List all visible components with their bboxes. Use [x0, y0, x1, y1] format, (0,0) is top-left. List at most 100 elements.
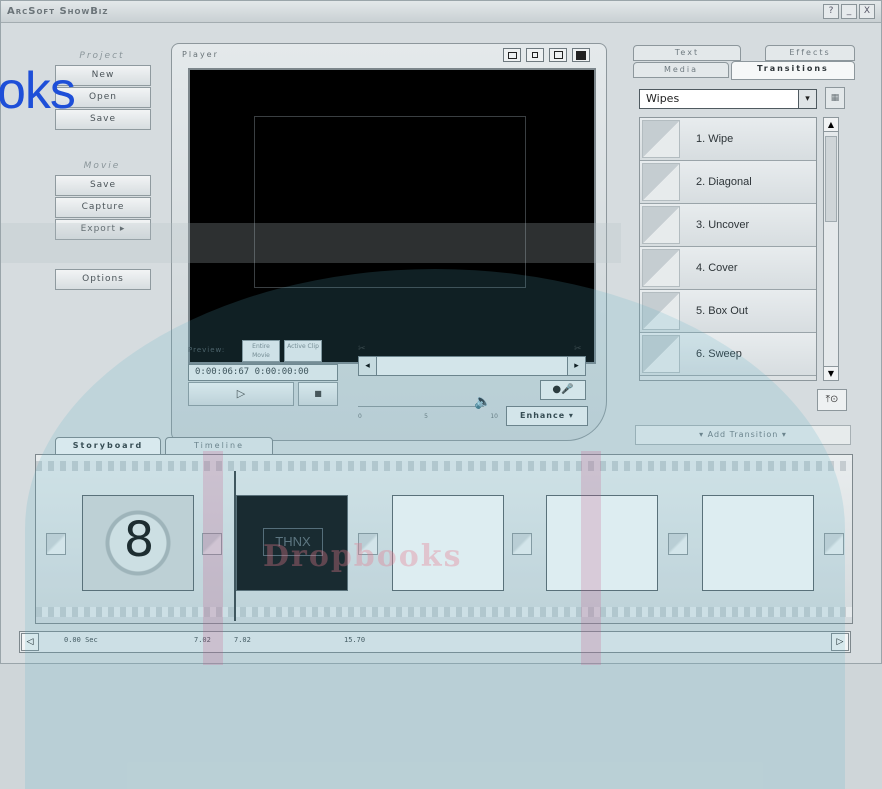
add-transition-button[interactable]: ▾ Add Transition ▾	[635, 425, 851, 445]
movie-group: Movie Save Capture Export ▸	[49, 157, 155, 241]
options-button[interactable]: Options	[55, 269, 151, 290]
ruler-mark: 0.00 Sec	[64, 636, 98, 644]
window-controls: ? _ X	[823, 4, 875, 19]
speaker-icon[interactable]: 🔈	[474, 394, 491, 410]
box-out-thumbnail-icon	[642, 292, 680, 330]
scroll-left-icon[interactable]: ◁	[21, 633, 39, 651]
trim-end-handle[interactable]: ▸	[567, 357, 585, 375]
volume-tick-5: 5	[424, 413, 428, 420]
transition-category-select[interactable]: Wipes ▾	[639, 89, 817, 109]
uncover-thumbnail-icon	[642, 206, 680, 244]
right-panel: Text Effects Media Transitions Wipes ▾ ▦…	[631, 43, 859, 445]
scroll-thumb[interactable]	[825, 136, 837, 222]
large-view-icon[interactable]	[572, 48, 590, 62]
trim-start-scissors-icon: ✂	[358, 344, 366, 354]
wipe-thumbnail-icon	[642, 120, 680, 158]
player-label: Player	[182, 50, 219, 59]
transition-label: 2. Diagonal	[696, 176, 752, 188]
trim-start-handle[interactable]: ◂	[359, 357, 377, 375]
tab-transitions[interactable]: Transitions	[731, 61, 855, 80]
small-view-icon[interactable]	[526, 48, 544, 62]
title-bar: ArcSoft ShowBiz ? _ X	[1, 1, 881, 23]
transition-slot[interactable]	[46, 533, 66, 555]
timeline-ruler[interactable]: ◁ 0.00 Sec 7.02 7.02 15.70 ▷	[19, 631, 851, 653]
clip-thumbnail[interactable]: 8	[82, 495, 194, 591]
watermark-text: Dropbooks	[263, 539, 463, 574]
diagonal-thumbnail-icon	[642, 163, 680, 201]
volume-slider[interactable]	[358, 406, 484, 407]
timecode-display: 0:00:06:67 0:00:00:00	[188, 364, 338, 381]
narration-button[interactable]: ●🎤	[540, 380, 586, 400]
stop-button[interactable]: ■	[298, 382, 338, 406]
save-movie-button[interactable]: Save	[55, 175, 151, 196]
help-button[interactable]: ?	[823, 4, 839, 19]
film-icon[interactable]	[503, 48, 521, 62]
transition-scrollbar[interactable]: ▲ ▼	[823, 117, 839, 381]
list-item[interactable]: 2. Diagonal	[640, 161, 816, 204]
transition-list: 1. Wipe 2. Diagonal 3. Uncover 4. Cover …	[639, 117, 817, 381]
active-clip-tab[interactable]: Active Clip	[284, 340, 322, 362]
video-screen	[188, 68, 596, 364]
film-strip-bottom	[36, 607, 852, 617]
enhance-button[interactable]: Enhance ▾	[506, 406, 588, 426]
transition-slot[interactable]	[668, 533, 688, 555]
trim-slider[interactable]: ◂ ▸	[358, 356, 586, 376]
player-panel: Player Preview: Entire Movie Active Clip…	[171, 43, 607, 441]
export-button[interactable]: Export ▸	[55, 219, 151, 240]
empty-clip-slot[interactable]	[546, 495, 658, 591]
film-strip-top	[36, 461, 852, 471]
list-item[interactable]: 1. Wipe	[640, 118, 816, 161]
transition-label: 4. Cover	[696, 262, 738, 274]
transition-slot[interactable]	[824, 533, 844, 555]
tab-media[interactable]: Media	[633, 62, 729, 78]
preview-label: Preview:	[188, 346, 226, 354]
player-toolbar	[503, 48, 590, 62]
list-item[interactable]: 5. Box Out	[640, 290, 816, 333]
entire-movie-tab[interactable]: Entire Movie	[242, 340, 280, 362]
sweep-thumbnail-icon	[642, 335, 680, 373]
transition-slot[interactable]	[202, 533, 222, 555]
ruler-mark: 7.02	[194, 636, 211, 644]
playhead-cursor[interactable]	[234, 471, 236, 621]
tab-timeline[interactable]: Timeline	[165, 437, 273, 455]
app-title: ArcSoft ShowBiz	[7, 6, 109, 17]
ruler-mark: 7.02	[234, 636, 251, 644]
selected-category: Wipes	[646, 92, 680, 105]
ruler-mark: 15.70	[344, 636, 366, 644]
trim-end-scissors-icon: ✂	[574, 344, 582, 354]
list-item[interactable]: 6. Sweep	[640, 333, 816, 376]
scroll-right-icon[interactable]: ▷	[831, 633, 849, 651]
transition-slot[interactable]	[512, 533, 532, 555]
volume-tick-0: 0	[358, 413, 362, 420]
app-window: ArcSoft ShowBiz ? _ X Project New Open S…	[0, 0, 882, 789]
safe-area-frame	[254, 116, 526, 288]
preview-controls: Preview: Entire Movie Active Clip 0:00:0…	[188, 340, 338, 410]
cover-thumbnail-icon	[642, 249, 680, 287]
scroll-down-icon[interactable]: ▼	[824, 366, 838, 380]
options-group: Options	[49, 269, 155, 291]
empty-clip-slot[interactable]	[702, 495, 814, 591]
movie-label: Movie	[83, 161, 121, 171]
medium-view-icon[interactable]	[549, 48, 567, 62]
capture-button[interactable]: Capture	[55, 197, 151, 218]
countdown-number: 8	[123, 512, 155, 568]
tab-text[interactable]: Text	[633, 45, 741, 61]
close-button[interactable]: X	[859, 4, 875, 19]
list-item[interactable]: 3. Uncover	[640, 204, 816, 247]
transition-label: 6. Sweep	[696, 348, 742, 360]
volume-ticks: 0 5 10	[358, 413, 498, 420]
grid-view-icon[interactable]: ▦	[825, 87, 845, 109]
list-item[interactable]: 4. Cover	[640, 247, 816, 290]
transition-label: 3. Uncover	[696, 219, 750, 231]
tab-effects[interactable]: Effects	[765, 45, 855, 61]
volume-tick-10: 10	[490, 413, 498, 420]
scroll-up-icon[interactable]: ▲	[824, 118, 838, 132]
play-button[interactable]: ▷	[188, 382, 294, 406]
watermark-logo: oks	[0, 62, 76, 120]
transition-label: 1. Wipe	[696, 133, 734, 145]
minimize-button[interactable]: _	[841, 4, 857, 19]
transition-label: 5. Box Out	[696, 305, 748, 317]
chevron-down-icon[interactable]: ▾	[798, 90, 816, 108]
tab-storyboard[interactable]: Storyboard	[55, 437, 161, 455]
apply-transition-icon[interactable]: ⤒⊙	[817, 389, 847, 411]
